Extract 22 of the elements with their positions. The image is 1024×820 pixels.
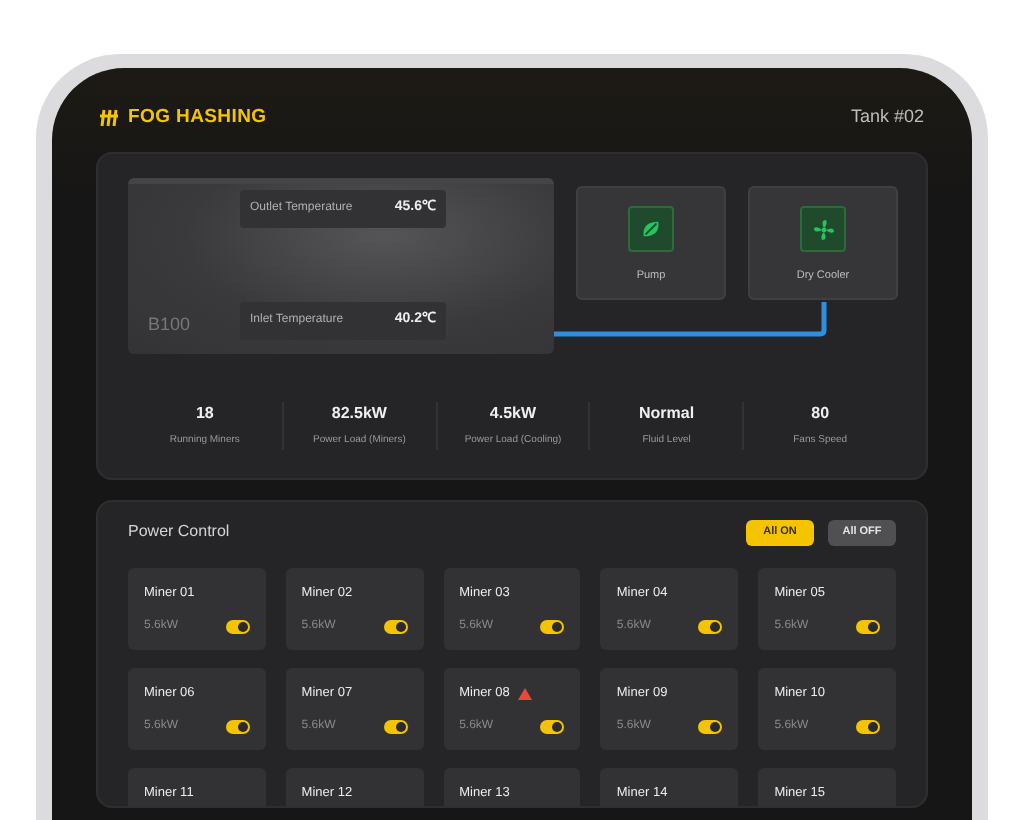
toggle-switch[interactable] [540, 620, 565, 634]
fan-icon [811, 217, 835, 241]
stat-value: 4.5kW [489, 402, 537, 426]
toggle-switch[interactable] [225, 620, 250, 634]
brand-name: FOG HASHING [128, 103, 267, 132]
toggle-switch[interactable] [856, 620, 880, 634]
logo-icon [100, 108, 120, 128]
stat-value: 80 [811, 402, 830, 426]
toggle-switch[interactable] [698, 720, 723, 734]
stat-value: 82.5kW [331, 402, 387, 426]
leaf-icon [640, 218, 662, 240]
tank-name: Tank #02 [850, 104, 924, 131]
toggle-switch[interactable] [225, 720, 250, 734]
stat-value: 18 [195, 402, 214, 426]
panel-title: Power Control [128, 520, 230, 544]
toggle-switch[interactable] [383, 720, 408, 734]
toggle-switch[interactable] [856, 720, 880, 734]
toggle-switch[interactable] [698, 620, 723, 634]
toggle-switch[interactable] [383, 620, 408, 634]
toggle-switch[interactable] [540, 720, 565, 734]
stat-value: Normal [639, 402, 695, 426]
tank-label: B100 [148, 312, 191, 338]
